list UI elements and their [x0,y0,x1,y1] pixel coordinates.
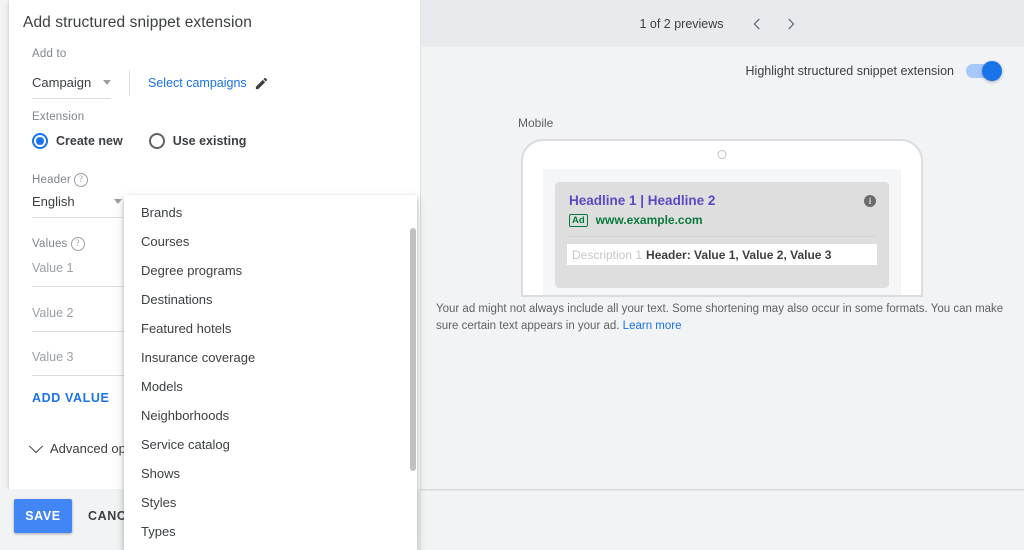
device-label: Mobile [518,116,553,130]
ad-headline[interactable]: Headline 1 | Headline 2 [569,193,715,208]
add-to-select-value: Campaign [32,75,91,90]
dropdown-item[interactable]: Courses [124,227,417,256]
help-icon[interactable]: ? [74,173,88,187]
highlight-toggle-label: Highlight structured snippet extension [746,64,954,78]
dropdown-item[interactable]: Brands [124,198,417,227]
add-to-select[interactable]: Campaign [32,75,111,99]
dropdown-scrollbar-thumb[interactable] [410,228,416,471]
dropdown-item[interactable]: Neighborhoods [124,401,417,430]
phone-mockup: Headline 1 | Headline 2 i Ad www.example… [521,139,923,297]
dropdown-item[interactable]: Featured hotels [124,314,417,343]
radio-create-new[interactable]: Create new [32,133,123,149]
header-language-value: English [32,194,75,209]
preview-pane: 1 of 2 previews Highlight structured sni… [420,0,1024,550]
dropdown-item[interactable]: Insurance coverage [124,343,417,372]
chevron-down-icon [29,439,43,453]
highlight-toggle-switch[interactable] [966,64,1000,78]
radio-selected-icon [32,133,48,149]
radio-use-existing[interactable]: Use existing [149,133,247,149]
dropdown-item[interactable]: Styles [124,488,417,517]
radio-use-existing-label: Use existing [173,134,247,148]
preview-count-label: 1 of 2 previews [639,17,723,31]
ad-preview-card: Headline 1 | Headline 2 i Ad www.example… [555,182,889,288]
value-3-placeholder: Value 3 [32,350,73,364]
dropdown-list: Brands Courses Degree programs Destinati… [124,195,417,546]
phone-screen: Headline 1 | Headline 2 i Ad www.example… [543,169,901,295]
chevron-left-icon[interactable] [742,9,772,39]
add-to-label: Add to [32,48,66,60]
value-1-placeholder: Value 1 [32,261,73,275]
dropdown-item[interactable]: Types [124,517,417,546]
learn-more-link[interactable]: Learn more [623,320,682,332]
select-campaigns-action[interactable]: Select campaigns [148,76,269,99]
add-to-row: Campaign Select campaigns [32,70,269,104]
header-language-select[interactable]: English [32,194,122,218]
form-pane: Add structured snippet extension Add to … [0,0,420,550]
chevron-down-icon [114,199,122,204]
info-icon[interactable]: i [864,195,876,207]
select-campaigns-link[interactable]: Select campaigns [148,76,247,90]
ad-url-row: Ad www.example.com [569,213,703,227]
highlight-toggle-row: Highlight structured snippet extension [746,64,1000,78]
dropdown-item[interactable]: Shows [124,459,417,488]
header-field-label: Header? [32,170,88,188]
chevron-down-icon [103,80,111,85]
ad-divider [569,236,875,237]
dropdown-scrollbar[interactable] [408,195,417,550]
preview-bottom-divider [421,489,1024,490]
dropdown-item[interactable]: Degree programs [124,256,417,285]
values-label-text: Values [32,238,68,250]
ad-description-placeholder: Description 1 [572,248,642,262]
ad-badge: Ad [569,214,588,227]
camera-icon [718,150,727,159]
extension-label: Extension [32,111,84,123]
dropdown-item[interactable]: Destinations [124,285,417,314]
dropdown-item[interactable]: Models [124,372,417,401]
ad-display-url: www.example.com [596,213,703,227]
toggle-knob [982,61,1002,81]
preview-disclaimer: Your ad might not always include all you… [436,301,1006,335]
ad-description-highlight: Description 1 Header: Value 1, Value 2, … [567,244,877,265]
help-icon[interactable]: ? [71,237,85,251]
vertical-divider [129,70,130,96]
preview-topbar: 1 of 2 previews [421,0,1024,47]
dialog-title: Add structured snippet extension [23,14,252,32]
pencil-icon[interactable] [254,76,269,91]
header-dropdown-menu[interactable]: Brands Courses Degree programs Destinati… [124,195,417,550]
add-value-button[interactable]: ADD VALUE [32,391,109,405]
header-label-text: Header [32,174,71,186]
dropdown-item[interactable]: Service catalog [124,430,417,459]
value-2-placeholder: Value 2 [32,306,73,320]
radio-unselected-icon [149,133,165,149]
ad-snippet-text: Header: Value 1, Value 2, Value 3 [646,248,831,262]
chevron-right-icon[interactable] [776,9,806,39]
values-field-label: Values? [32,234,85,252]
disclaimer-text: Your ad might not always include all you… [436,303,1003,332]
extension-radio-group: Create new Use existing [32,133,246,149]
app-root: Add structured snippet extension Add to … [0,0,1024,550]
save-button[interactable]: SAVE [14,499,72,533]
radio-create-new-label: Create new [56,134,123,148]
